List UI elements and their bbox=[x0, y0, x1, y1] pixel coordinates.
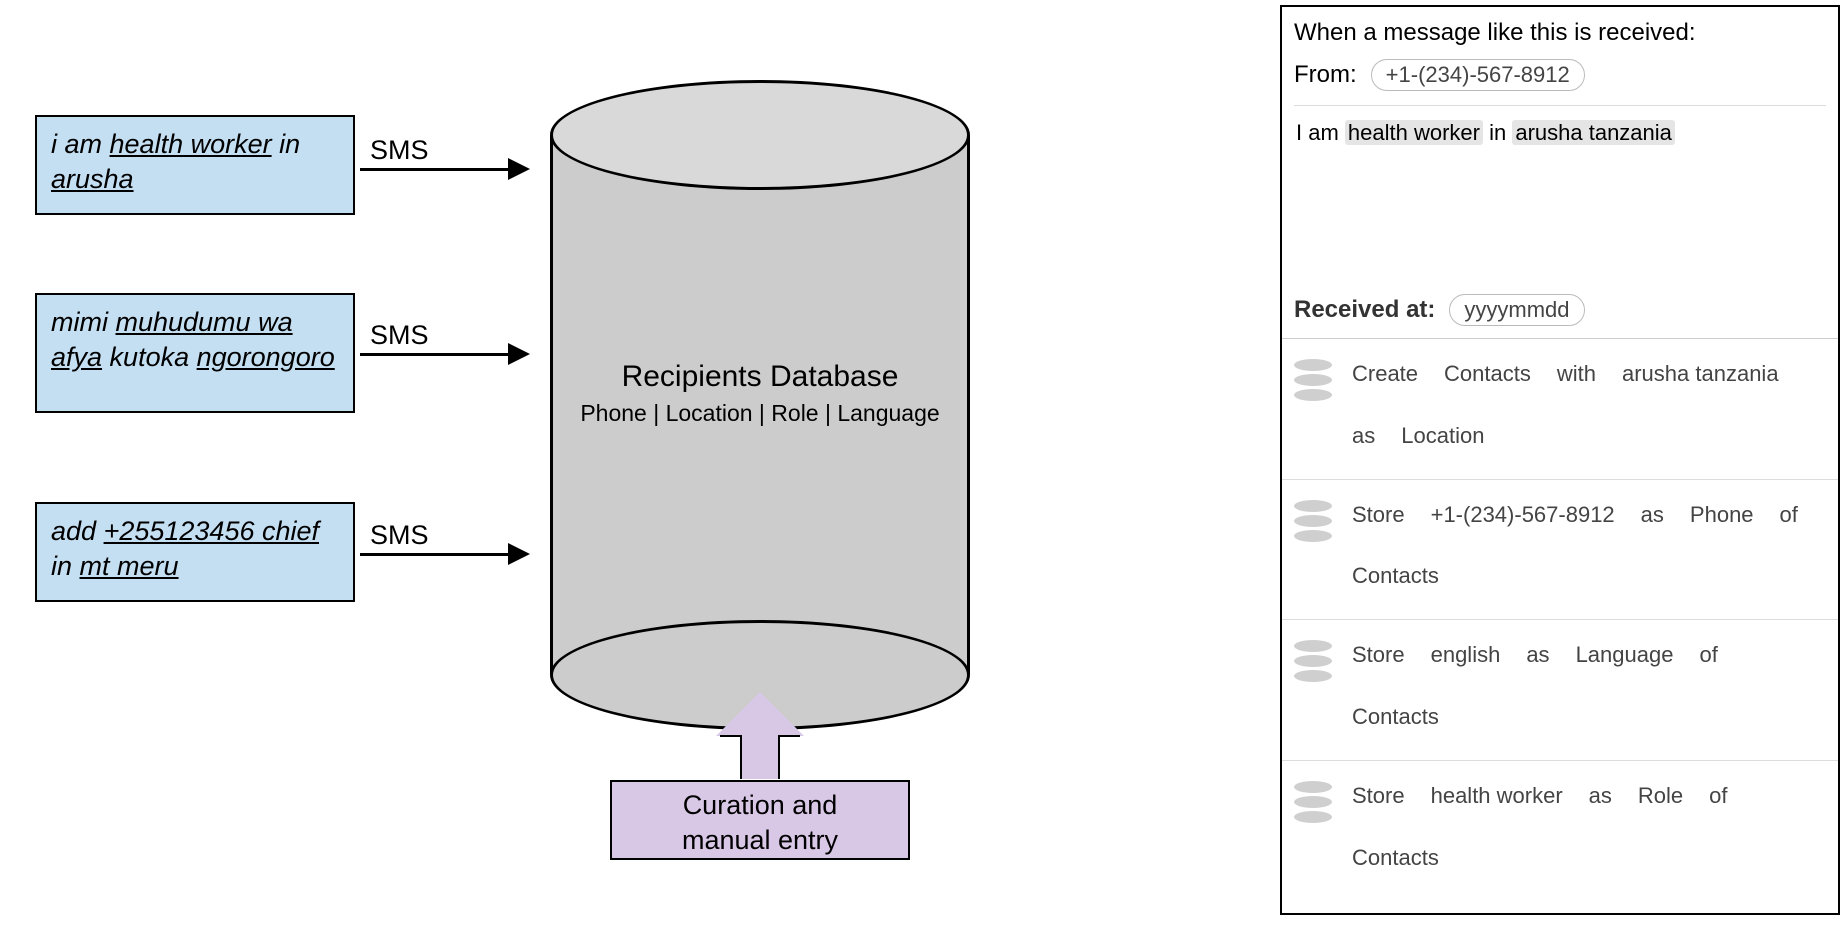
arrow-up bbox=[716, 692, 804, 780]
rules-panel: When a message like this is received: Fr… bbox=[1280, 5, 1840, 915]
rule-token: health worker bbox=[1431, 775, 1563, 817]
rule-token: Contacts bbox=[1352, 555, 1439, 597]
rule-tokens: Create Contacts with arusha tanzania as Locat… bbox=[1352, 353, 1826, 457]
arrow-sms: SMS bbox=[360, 325, 540, 333]
rule-row: Store +1-(234)-567-8912 as Phoneof Contacts bbox=[1282, 480, 1838, 621]
panel-intro: When a message like this is received: bbox=[1294, 19, 1826, 47]
database-icon bbox=[1294, 494, 1338, 545]
sms-segment: in bbox=[51, 551, 80, 581]
rule-token: of bbox=[1780, 494, 1798, 536]
rule-token: of bbox=[1699, 634, 1717, 676]
received-label: Received at: bbox=[1294, 296, 1435, 324]
database-cylinder: Recipients Database Phone | Location | R… bbox=[550, 80, 970, 680]
rule-tokens: Store +1-(234)-567-8912 as Phoneof Contacts bbox=[1352, 494, 1826, 598]
arrow-sms: SMS bbox=[360, 140, 540, 148]
rule-row: Store health worker as Roleof Contacts bbox=[1282, 761, 1838, 901]
rule-token: Role bbox=[1638, 775, 1683, 817]
rule-token: as bbox=[1589, 775, 1612, 817]
rule-token: Language bbox=[1576, 634, 1674, 676]
body-highlight: health worker bbox=[1345, 120, 1483, 145]
arrow-label: SMS bbox=[370, 320, 429, 351]
rule-token: arusha tanzania bbox=[1622, 353, 1779, 395]
rule-token: Contacts bbox=[1352, 837, 1439, 879]
rule-token: Contacts bbox=[1352, 696, 1439, 738]
curation-line: Curation and bbox=[612, 788, 908, 823]
rule-token: +1-(234)-567-8912 bbox=[1431, 494, 1615, 536]
rule-token: of bbox=[1709, 775, 1727, 817]
from-row: From: +1-(234)-567-8912 bbox=[1294, 59, 1826, 91]
sms-input-box: add +255123456 chief in mt meru bbox=[35, 502, 355, 602]
rule-token: Contacts bbox=[1444, 353, 1531, 395]
rule-token: english bbox=[1431, 634, 1501, 676]
from-value-pill[interactable]: +1-(234)-567-8912 bbox=[1371, 59, 1585, 91]
database-icon bbox=[1294, 353, 1338, 404]
sms-input-box: i am health worker in arusha bbox=[35, 115, 355, 215]
sms-segment: mimi bbox=[51, 307, 115, 337]
arrow-sms: SMS bbox=[360, 525, 540, 533]
sms-segment: ngorongoro bbox=[197, 342, 335, 372]
rule-token: with bbox=[1557, 353, 1596, 395]
from-label: From: bbox=[1294, 61, 1357, 89]
rule-token: Create bbox=[1352, 353, 1418, 395]
rules-list: Create Contacts with arusha tanzania as Locat… bbox=[1282, 338, 1838, 900]
sms-input-box: mimi muhudumu wa afya kutoka ngorongoro bbox=[35, 293, 355, 413]
db-title: Recipients Database bbox=[550, 360, 970, 394]
rule-token: as bbox=[1526, 634, 1549, 676]
sms-segment: health worker bbox=[110, 129, 272, 159]
rule-token: Store bbox=[1352, 494, 1405, 536]
sms-segment: in bbox=[272, 129, 301, 159]
rule-token: Phone bbox=[1690, 494, 1754, 536]
database-icon bbox=[1294, 634, 1338, 685]
sms-segment: mt meru bbox=[80, 551, 179, 581]
arrow-label: SMS bbox=[370, 520, 429, 551]
sms-segment: +255123456 chief bbox=[104, 516, 319, 546]
rule-token: Location bbox=[1401, 415, 1484, 457]
rule-row: Store english as Language of Contacts bbox=[1282, 620, 1838, 761]
received-value-pill[interactable]: yyyymmdd bbox=[1449, 294, 1584, 326]
rule-token: as bbox=[1352, 415, 1375, 457]
arrow-label: SMS bbox=[370, 135, 429, 166]
sms-segment: kutoka bbox=[102, 342, 197, 372]
rule-tokens: Store english as Language of Contacts bbox=[1352, 634, 1826, 738]
curation-line: manual entry bbox=[612, 823, 908, 858]
sms-segment: add bbox=[51, 516, 104, 546]
message-body: I am health worker in arusha tanzania bbox=[1294, 105, 1826, 288]
sms-segment: arusha bbox=[51, 164, 134, 194]
rule-token: Store bbox=[1352, 634, 1405, 676]
body-text: in bbox=[1483, 120, 1512, 145]
body-text: I am bbox=[1296, 120, 1345, 145]
rule-token: as bbox=[1641, 494, 1664, 536]
rule-row: Create Contacts with arusha tanzania as Locat… bbox=[1282, 339, 1838, 480]
rule-token: Store bbox=[1352, 775, 1405, 817]
db-subtitle: Phone | Location | Role | Language bbox=[550, 400, 970, 427]
rule-tokens: Store health worker as Roleof Contacts bbox=[1352, 775, 1826, 879]
database-icon bbox=[1294, 775, 1338, 826]
received-row: Received at: yyyymmdd bbox=[1294, 288, 1826, 338]
diagram-stage: i am health worker in arusha mimi muhudu… bbox=[0, 0, 1840, 926]
body-highlight: arusha tanzania bbox=[1512, 120, 1675, 145]
sms-segment: i am bbox=[51, 129, 110, 159]
curation-box: Curation and manual entry bbox=[610, 780, 910, 860]
